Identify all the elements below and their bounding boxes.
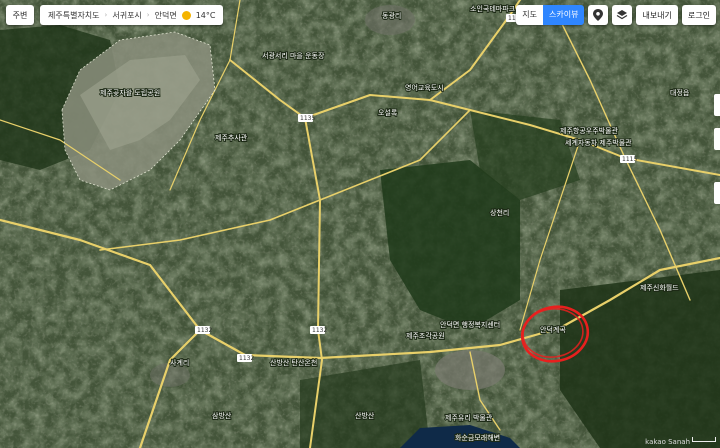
- login-button[interactable]: 로그인: [681, 5, 716, 25]
- chevron-right-icon: ›: [146, 11, 150, 19]
- place-label: 오설록: [378, 109, 398, 117]
- svg-text:안덕계곡: 안덕계곡: [540, 325, 566, 334]
- location-pin-icon: [593, 9, 604, 21]
- side-panel-tab[interactable]: [714, 182, 720, 204]
- breadcrumb-city[interactable]: 서귀포시: [112, 10, 141, 21]
- map-type-satellite[interactable]: 스카이뷰: [543, 5, 585, 25]
- place-label: 사계리: [170, 358, 189, 367]
- svg-text:1132: 1132: [197, 327, 212, 334]
- route-shield: 1132: [237, 354, 254, 362]
- town-area: [435, 350, 505, 390]
- place-label: 동광리: [382, 11, 401, 20]
- place-label: 화순금모래해변: [455, 433, 500, 442]
- place-label: 제주유리 박물관: [445, 413, 493, 422]
- scale-bar: [692, 437, 716, 442]
- place-label: 영어교육도시: [405, 83, 444, 92]
- place-label: 제주곶자왈 도립공원: [100, 88, 160, 97]
- route-shield: 1135: [298, 114, 315, 122]
- layers-button[interactable]: [612, 5, 633, 25]
- weather-temperature: 14°C: [195, 10, 216, 20]
- home-button[interactable]: 주변: [6, 5, 34, 25]
- copyright-text: kakao Sanah: [645, 438, 690, 446]
- route-shield: 1115: [620, 155, 637, 163]
- town-area: [365, 5, 415, 35]
- forest-area: [560, 270, 720, 448]
- place-label: 안덕면 행정복지센터: [440, 320, 500, 329]
- place-label: 상천리: [490, 208, 509, 217]
- place-label: 소인국테마파크: [470, 4, 516, 13]
- place-label: 제주항공우주박물관: [560, 126, 619, 135]
- route-shield: 1132: [195, 326, 212, 334]
- top-bar: 주변 제주특별자치도 › 서귀포시 › 안덕면 14°C: [6, 5, 224, 25]
- svg-text:1132: 1132: [312, 327, 327, 334]
- location-pin-button[interactable]: [588, 5, 609, 25]
- place-label: 산방산: [355, 411, 375, 420]
- breadcrumb-region[interactable]: 제주특별자치도: [48, 10, 100, 21]
- breadcrumb: 제주특별자치도 › 서귀포시 › 안덕면 14°C: [40, 5, 224, 25]
- place-label: 세계자동차 제주박물관: [565, 138, 632, 147]
- satellite-map[interactable]: 1135 1135 1115 1132 1132 1132 제주곶자왈 도립공원…: [0, 0, 720, 448]
- map-tools: 지도 스카이뷰 내보내기 로그인: [516, 5, 716, 25]
- side-panel-tab[interactable]: [714, 94, 720, 116]
- svg-text:1135: 1135: [300, 115, 315, 122]
- place-label: 삼방산: [212, 411, 232, 420]
- side-panel-tab[interactable]: [714, 128, 720, 150]
- share-button[interactable]: 내보내기: [636, 5, 678, 25]
- place-label: 산방산 탄산온천: [270, 358, 317, 367]
- place-label: 제주신화월드: [640, 283, 679, 292]
- map-type-toggle: 지도 스카이뷰: [516, 5, 585, 25]
- place-label: 제주조각공원: [406, 331, 445, 340]
- place-label: 대정읍: [670, 88, 690, 97]
- place-label: 서광서리 마을 운동장: [262, 51, 325, 60]
- svg-text:1132: 1132: [239, 355, 254, 362]
- layers-icon: [617, 10, 628, 20]
- route-shield: 1132: [310, 326, 327, 334]
- sun-icon: [181, 10, 191, 20]
- breadcrumb-district[interactable]: 안덕면: [155, 10, 177, 21]
- map-type-normal[interactable]: 지도: [516, 5, 543, 25]
- place-label: 제주추사관: [215, 133, 248, 142]
- chevron-right-icon: ›: [104, 11, 108, 19]
- svg-text:1115: 1115: [622, 156, 637, 163]
